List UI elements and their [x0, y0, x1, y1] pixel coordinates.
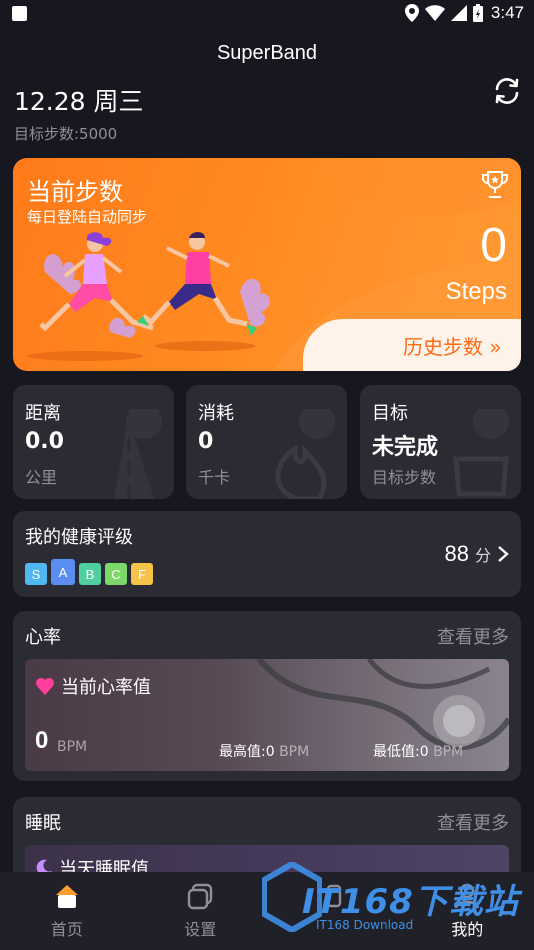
heart-rate-max-label: 最高值:0 [219, 744, 275, 760]
health-rating-title: 我的健康评级 [25, 527, 133, 548]
heart-rate-max: 最高值:0 BPM [219, 741, 309, 761]
heart-rate-min: 最低值:0 BPM [373, 741, 463, 761]
grade-b: B [79, 563, 101, 585]
hero-subtitle: 每日登陆自动同步 [27, 208, 148, 226]
grade-a: A [51, 559, 75, 585]
heart-rate-value: 0 [35, 727, 49, 754]
goal-unit: 目标步数 [372, 468, 437, 487]
current-heart-rate-title: 当前心率值 [35, 673, 151, 699]
grade-c: C [105, 563, 127, 585]
calories-label: 消耗 [198, 403, 234, 424]
heart-rate-max-unit: BPM [279, 744, 310, 760]
calories-card[interactable]: 消耗 0 千卡 [186, 385, 347, 499]
goal-card[interactable]: 目标 未完成 目标步数 [360, 385, 521, 499]
distance-card[interactable]: 距离 0.0 公里 [13, 385, 174, 499]
goal-label: 目标 [372, 403, 408, 424]
chevron-right-icon [498, 546, 509, 562]
hero-title: 当前步数 [27, 178, 123, 206]
goal-value: 未完成 [372, 435, 439, 460]
distance-unit: 公里 [25, 468, 58, 487]
status-time: 3:47 [490, 3, 524, 22]
nav-profile-label: 我的 [451, 920, 484, 939]
calories-value: 0 [198, 429, 214, 454]
steps-card[interactable]: 当前步数 每日登陆自动同步 0 Steps 历史步数 » [13, 158, 521, 371]
battery-icon [472, 4, 483, 22]
heart-rate-more-link[interactable]: 查看更多 [437, 623, 509, 649]
app-title: SuperBand [216, 42, 318, 64]
heart-rate-unit: BPM [57, 739, 88, 755]
signal-icon [450, 5, 467, 21]
health-rating-card[interactable]: 我的健康评级 S A B C F 88 分 [13, 511, 521, 597]
bottom-navigation: 首页 设置 我的 [0, 872, 534, 950]
sleep-title: 睡眠 [25, 813, 61, 834]
calories-unit: 千卡 [198, 468, 231, 487]
wifi-icon [424, 5, 445, 21]
nav-device[interactable] [267, 872, 401, 950]
location-icon [404, 4, 419, 22]
watch-icon [326, 884, 341, 908]
runners-illustration [27, 232, 270, 361]
steps-unit: Steps [445, 278, 507, 305]
goal-steps-label: 目标步数:5000 [14, 125, 118, 143]
distance-value: 0.0 [25, 429, 64, 454]
sync-icon[interactable] [492, 76, 522, 106]
road-icon [114, 409, 162, 499]
heart-rate-min-unit: BPM [433, 744, 464, 760]
home-icon [55, 885, 78, 908]
flame-icon [275, 409, 335, 499]
nav-home-label: 首页 [50, 920, 83, 939]
settings-icon [188, 883, 213, 910]
heart-rate-section: 心率 查看更多 当前心率值 0 BPM 最高值:0 BPM 最低值:0 BPM [13, 611, 521, 781]
heart-icon [36, 678, 54, 695]
steps-value: 0 [480, 219, 507, 272]
health-score-value: 88 [444, 541, 469, 566]
heart-rate-min-label: 最低值:0 [373, 744, 429, 760]
current-heart-rate-label: 当前心率值 [61, 677, 151, 698]
nav-home[interactable]: 首页 [0, 872, 134, 950]
grade-f: F [131, 563, 153, 585]
sleep-more-link[interactable]: 查看更多 [437, 809, 509, 835]
trophy-icon[interactable] [481, 170, 509, 200]
nav-settings[interactable]: 设置 [134, 872, 268, 950]
heart-rate-card[interactable]: 当前心率值 0 BPM 最高值:0 BPM 最低值:0 BPM [25, 659, 509, 771]
nav-profile[interactable]: 我的 [401, 872, 534, 950]
notification-icon [12, 6, 27, 21]
health-score[interactable]: 88 分 [445, 541, 510, 567]
history-steps-button[interactable]: 历史步数 » [303, 319, 521, 371]
current-date: 12.28 周三 [14, 87, 144, 116]
grade-scale: S A B C F [25, 559, 153, 585]
status-icons: 3:47 [404, 3, 524, 23]
heart-rate-title: 心率 [25, 627, 61, 648]
cup-icon [453, 409, 509, 497]
profile-icon [455, 883, 480, 909]
nav-settings-label: 设置 [184, 920, 217, 939]
health-score-unit: 分 [474, 546, 491, 565]
distance-label: 距离 [25, 403, 61, 424]
grade-s: S [25, 563, 47, 585]
status-bar: 3:47 [0, 0, 534, 30]
